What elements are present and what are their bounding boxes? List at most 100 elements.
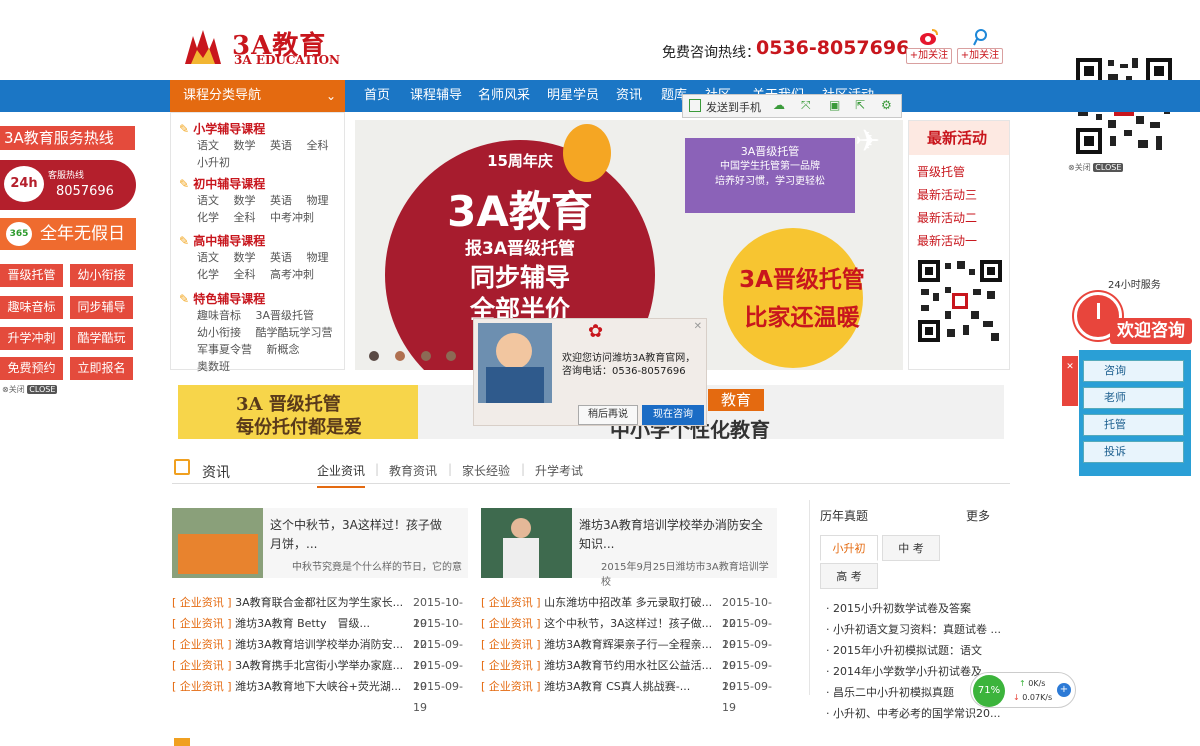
slider-dot[interactable] — [420, 351, 431, 361]
category-item[interactable]: 化学 — [197, 211, 219, 224]
tab-education-news[interactable]: 教育资讯 — [389, 462, 437, 479]
left-btn-yuyue[interactable]: 免费预约 — [0, 357, 63, 380]
send-to-phone-button[interactable]: 发送到手机 — [706, 99, 761, 115]
category-item[interactable]: 酷学酷玩学习营 — [256, 326, 333, 339]
category-item[interactable]: 全科 — [234, 211, 256, 224]
left-btn-tuoguan[interactable]: 晋级托管 — [0, 264, 63, 287]
category-item[interactable]: 军事夏令营 — [197, 343, 252, 356]
nav-news[interactable]: 资讯 — [616, 80, 642, 112]
left-btn-tongbu[interactable]: 同步辅导 — [70, 296, 133, 319]
news-row[interactable]: [ 企业资讯 ] 潍坊3A教育 Betty 冒级... 2015-10-12 — [172, 613, 472, 651]
category-item[interactable]: 语文 — [197, 194, 219, 207]
category-item[interactable]: 高考冲刺 — [270, 268, 314, 281]
featured-news[interactable]: 这个中秋节，3A这样过！孩子做月饼，... 中秋节究竟是个什么样的节日，它的意 — [172, 508, 468, 578]
popup-later-button[interactable]: 稍后再说 — [578, 405, 638, 425]
category-item[interactable]: 英语 — [270, 194, 292, 207]
category-item[interactable]: 物理 — [307, 194, 329, 207]
latest-item[interactable]: 最新活动一 — [917, 232, 977, 249]
slider-dot[interactable] — [446, 351, 457, 361]
left-btn-yinbiao[interactable]: 趣味音标 — [0, 296, 63, 319]
category-item[interactable]: 语文 — [197, 251, 219, 264]
exam-item[interactable]: · 小升初语文复习资料：真题试卷 ... — [826, 619, 1001, 640]
latest-item[interactable]: 晋级托管 — [917, 163, 965, 180]
news-row[interactable]: [ 企业资讯 ] 潍坊3A教育节约用水社区公益活... 2015-09-19 — [481, 655, 781, 693]
save-icon[interactable]: ▣ — [829, 98, 840, 112]
qr-close-button[interactable]: ⊗关闭 CLOSE — [1068, 162, 1124, 173]
exam-item[interactable]: · 2015年小升初模拟试题：语文 — [826, 640, 1001, 661]
news-row[interactable]: [ 企业资讯 ] 潍坊3A教育辉渠亲子行—全程亲... 2015-09-19 — [481, 634, 781, 672]
nav-students[interactable]: 明星学员 — [547, 80, 599, 112]
settings-gear-icon[interactable]: ⚙ — [881, 98, 892, 112]
tab-entrance-exams[interactable]: 升学考试 — [535, 462, 583, 479]
category-item[interactable]: 幼小衔接 — [197, 326, 241, 339]
latest-item[interactable]: 最新活动三 — [917, 186, 977, 203]
category-title[interactable]: ✎ 特色辅导课程 — [179, 290, 339, 307]
category-item[interactable]: 数学 — [234, 194, 256, 207]
tencent-follow[interactable]: +加关注 — [957, 28, 1003, 64]
news-row[interactable]: [ 企业资讯 ] 潍坊3A教育培训学校举办消防安... 2015-09-19 — [172, 634, 472, 672]
category-item[interactable]: 全科 — [307, 139, 329, 152]
plus-icon[interactable]: + — [1057, 683, 1071, 697]
category-item[interactable]: 语文 — [197, 139, 219, 152]
left-btn-baoming[interactable]: 立即报名 — [70, 357, 133, 380]
network-speed-widget[interactable]: 71% ↑ 0K/s ↓ 0.07K/s + — [970, 672, 1076, 708]
hotline-close-button[interactable]: ⊗关闭 CLOSE — [2, 384, 58, 395]
category-item[interactable]: 新概念 — [267, 343, 300, 356]
latest-item[interactable]: 最新活动二 — [917, 209, 977, 226]
category-item[interactable]: 化学 — [197, 268, 219, 281]
featured-title[interactable]: 潍坊3A教育培训学校举办消防安全知识... — [579, 516, 774, 554]
exam-tab-xiaoshengchu[interactable]: 小升初 — [820, 535, 878, 561]
category-item[interactable]: 物理 — [307, 251, 329, 264]
logo-icon[interactable] — [183, 28, 223, 66]
exam-more-link[interactable]: 更多 — [966, 507, 990, 524]
cloud-icon[interactable]: ☁ — [773, 98, 785, 112]
close-icon[interactable]: ✕ — [694, 321, 702, 332]
category-nav-toggle[interactable]: 课程分类导航 ⌄ — [170, 80, 345, 112]
news-row[interactable]: [ 企业资讯 ] 潍坊3A教育地下大峡谷+荧光湖... 2015-09-19 — [172, 676, 472, 714]
exam-item[interactable]: · 小升初、中考必考的国学常识20... — [826, 703, 1001, 724]
nav-courses[interactable]: 课程辅导 — [410, 80, 462, 112]
welcome-btn-tuoguan[interactable]: 托管 — [1083, 414, 1184, 436]
weibo-follow-button[interactable]: +加关注 — [906, 48, 952, 64]
widget-collapse-button[interactable]: ✕ — [1062, 356, 1078, 406]
news-row[interactable]: [ 企业资讯 ] 3A教育联合金都社区为学生家长... 2015-10-19 — [172, 592, 472, 630]
category-item[interactable]: 数学 — [234, 251, 256, 264]
left-btn-chongci[interactable]: 升学冲刺 — [0, 327, 63, 350]
tab-company-news[interactable]: 企业资讯 — [317, 462, 366, 488]
category-title[interactable]: ✎ 初中辅导课程 — [179, 175, 329, 192]
exam-tab-gaokao[interactable]: 高 考 — [820, 563, 878, 589]
tencent-follow-button[interactable]: +加关注 — [957, 48, 1003, 64]
exam-item[interactable]: · 2015小升初数学试卷及答案 — [826, 598, 1001, 619]
category-title[interactable]: ✎ 小学辅导课程 — [179, 120, 329, 137]
nav-teachers[interactable]: 名师风采 — [478, 80, 530, 112]
share-icon[interactable]: ⇱ — [855, 98, 865, 112]
hotline-phone-card[interactable]: 24h 客服热线 8057696 — [0, 160, 136, 210]
category-item[interactable]: 英语 — [270, 139, 292, 152]
featured-news[interactable]: 潍坊3A教育培训学校举办消防安全知识... 2015年9月25日潍坊市3A教育培… — [481, 508, 777, 588]
category-item[interactable]: 趣味音标 — [197, 309, 241, 322]
news-row[interactable]: [ 企业资讯 ] 这个中秋节，3A这样过！孩子做... 2015-09-19 — [481, 613, 781, 651]
nav-home[interactable]: 首页 — [364, 80, 390, 112]
slider-dot[interactable] — [394, 351, 405, 361]
welcome-btn-teacher[interactable]: 老师 — [1083, 387, 1184, 409]
featured-title[interactable]: 这个中秋节，3A这样过！孩子做月饼，... — [270, 516, 445, 554]
popup-consult-button[interactable]: 现在咨询 — [642, 405, 704, 425]
left-btn-youxiao[interactable]: 幼小衔接 — [70, 264, 133, 287]
weibo-follow[interactable]: +加关注 — [906, 28, 952, 64]
tab-parent-experience[interactable]: 家长经验 — [462, 462, 510, 479]
fullscreen-icon[interactable]: ⤧ — [801, 98, 811, 113]
category-item[interactable]: 奥数班 — [197, 360, 230, 373]
welcome-btn-consult[interactable]: 咨询 — [1083, 360, 1184, 382]
news-row[interactable]: [ 企业资讯 ] 3A教育携手北宫街小学举办家庭... 2015-09-19 — [172, 655, 472, 693]
category-item[interactable]: 全科 — [234, 268, 256, 281]
category-item[interactable]: 3A晋级托管 — [256, 309, 315, 322]
exam-tab-zhongkao[interactable]: 中 考 — [882, 535, 940, 561]
news-row[interactable]: [ 企业资讯 ] 山东潍坊中招改革 多元录取打破... 2015-10-12 — [481, 592, 781, 630]
left-btn-kuxue[interactable]: 酷学酷玩 — [70, 327, 133, 350]
category-item[interactable]: 小升初 — [197, 156, 230, 169]
category-title[interactable]: ✎ 高中辅导课程 — [179, 232, 329, 249]
news-row[interactable]: [ 企业资讯 ] 潍坊3A教育 CS真人挑战赛-... 2015-09-19 — [481, 676, 781, 714]
category-item[interactable]: 数学 — [234, 139, 256, 152]
category-item[interactable]: 英语 — [270, 251, 292, 264]
category-item[interactable]: 中考冲刺 — [270, 211, 314, 224]
